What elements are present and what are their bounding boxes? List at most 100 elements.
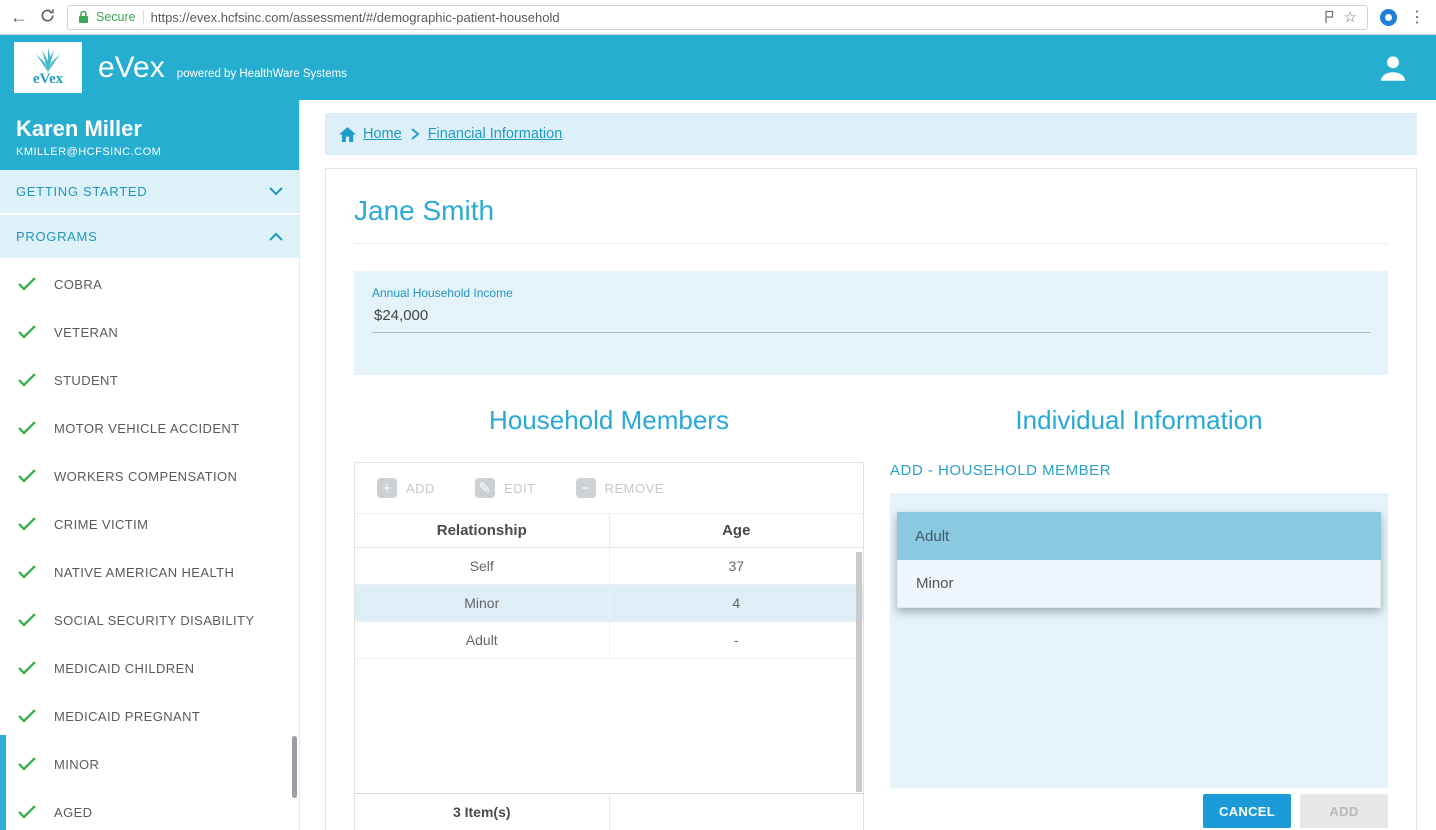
powered-by-text: powered by HealthWare Systems	[176, 67, 347, 80]
sidebar-item-medicaid-children[interactable]: MEDICAID CHILDREN	[0, 644, 299, 692]
cancel-button[interactable]: CANCEL	[1203, 794, 1291, 828]
sidebar-item-native-american-health[interactable]: NATIVE AMERICAN HEALTH	[0, 548, 299, 596]
address-bar[interactable]: Secure https://evex.hcfsinc.com/assessme…	[67, 4, 1368, 30]
income-field-label: Annual Household Income	[372, 286, 513, 300]
sidebar-item-social-security-disability[interactable]: SOCIAL SECURITY DISABILITY	[0, 596, 299, 644]
option-minor[interactable]: Minor	[897, 560, 1381, 608]
household-members-grid: + ADD ✎ EDIT − REMOVE Relationship Age S…	[354, 462, 864, 830]
address-separator	[142, 9, 144, 25]
remove-button-label: REMOVE	[604, 480, 664, 496]
form-actions: CANCEL ADD	[890, 794, 1388, 828]
add-button[interactable]: ADD	[1300, 794, 1388, 828]
check-icon	[18, 805, 36, 819]
household-members-section: Household Members + ADD ✎ EDIT − REMOVE …	[354, 405, 864, 830]
cell-relationship: Minor	[464, 595, 500, 611]
table-row[interactable]: Minor 4	[355, 585, 863, 622]
table-body: Self 37 Minor 4 Adult -	[355, 548, 863, 793]
user-name: Karen Miller	[16, 116, 142, 141]
household-members-title: Household Members	[489, 405, 729, 435]
table-row[interactable]: Self 37	[355, 548, 863, 585]
user-email: KMILLER@HCFSINC.COM	[16, 146, 162, 158]
grid-toolbar: + ADD ✎ EDIT − REMOVE	[355, 463, 863, 514]
sidebar-item-student[interactable]: STUDENT	[0, 356, 299, 404]
cell-age: 37	[608, 548, 864, 584]
option-adult[interactable]: Adult	[897, 512, 1381, 560]
check-icon	[18, 757, 36, 771]
back-icon[interactable]: ←	[10, 8, 28, 26]
logo-text: eVex	[32, 71, 64, 87]
url-text[interactable]: https://evex.hcfsinc.com/assessment/#/de…	[151, 10, 1317, 25]
sidebar-item-motor-vehicle-accident[interactable]: MOTOR VEHICLE ACCIDENT	[0, 404, 299, 452]
home-icon	[339, 126, 356, 142]
program-label: SOCIAL SECURITY DISABILITY	[54, 612, 255, 628]
user-avatar-icon[interactable]	[1376, 51, 1410, 85]
evex-logo[interactable]: eVex	[14, 42, 82, 93]
cell-age: -	[608, 622, 864, 658]
sidebar-item-crime-victim[interactable]: CRIME VICTIM	[0, 500, 299, 548]
edit-button-label: EDIT	[503, 480, 536, 496]
breadcrumb-financial-information-link[interactable]: Financial Information	[428, 126, 563, 142]
sidebar-scrollbar[interactable]	[292, 736, 297, 798]
brand-name: eVex	[98, 50, 165, 84]
program-label: MEDICAID CHILDREN	[54, 660, 195, 676]
table-row[interactable]: Adult -	[355, 622, 863, 659]
patient-name-title: Jane Smith	[354, 169, 1388, 244]
sidebar-item-workers-compensation[interactable]: WORKERS COMPENSATION	[0, 452, 299, 500]
assessment-card: Jane Smith Annual Household Income $24,0…	[325, 168, 1417, 830]
check-icon	[18, 325, 36, 339]
sidebar-item-cobra[interactable]: COBRA	[0, 260, 299, 308]
section-label: GETTING STARTED	[16, 184, 148, 199]
sidebar-item-medicaid-pregnant[interactable]: MEDICAID PREGNANT	[0, 692, 299, 740]
footer-empty-cell	[608, 794, 864, 830]
column-header-age: Age	[608, 514, 864, 547]
pencil-icon: ✎	[474, 478, 495, 498]
sidebar-item-aged[interactable]: AGED	[0, 788, 299, 830]
remove-member-button[interactable]: − REMOVE	[575, 478, 664, 498]
check-icon	[18, 469, 36, 483]
table-scrollbar[interactable]	[856, 552, 862, 792]
member-type-listbox: Adult Minor	[897, 512, 1381, 608]
program-label: CRIME VICTIM	[54, 516, 149, 532]
secure-label: Secure	[96, 10, 136, 24]
browser-menu-icon[interactable]: ⋮	[1409, 7, 1426, 27]
table-footer: 3 Item(s)	[355, 793, 863, 830]
program-label: MEDICAID PREGNANT	[54, 708, 201, 724]
cell-relationship: Self	[469, 558, 494, 574]
sidebar-user-block: Karen Miller KMILLER@HCFSINC.COM	[0, 100, 299, 170]
edit-member-button[interactable]: ✎ EDIT	[474, 478, 536, 498]
program-label: STUDENT	[54, 372, 119, 388]
breadcrumb-current-label: Financial Information	[427, 126, 563, 142]
check-icon	[18, 517, 36, 531]
app-header: eVex eVex powered by HealthWare Systems	[0, 35, 1436, 100]
chevron-down-icon	[269, 187, 283, 196]
chevron-right-icon	[411, 128, 419, 140]
add-member-button[interactable]: + ADD	[377, 478, 435, 498]
extension-icon[interactable]	[1380, 8, 1397, 26]
evex-plant-icon	[32, 48, 64, 72]
income-panel: Annual Household Income $24,000	[354, 271, 1388, 375]
option-label: Minor	[916, 575, 954, 592]
page-action-icon[interactable]	[1324, 10, 1334, 24]
sidebar-left-scrollbar[interactable]	[0, 735, 6, 830]
breadcrumb-home-link[interactable]: Home	[339, 126, 402, 142]
table-header: Relationship Age	[355, 514, 863, 548]
check-icon	[18, 613, 36, 627]
check-icon	[18, 565, 36, 579]
sidebar-item-veteran[interactable]: VETERAN	[0, 308, 299, 356]
income-field-value[interactable]: $24,000	[372, 300, 1370, 333]
secure-lock-icon	[78, 10, 89, 24]
breadcrumb: Home Financial Information	[325, 113, 1417, 155]
chevron-up-icon	[269, 232, 283, 241]
item-count: 3 Item(s)	[452, 804, 511, 820]
individual-information-title: Individual Information	[1015, 405, 1263, 435]
refresh-icon[interactable]	[40, 8, 55, 26]
sidebar-section-getting-started[interactable]: GETTING STARTED	[0, 170, 299, 215]
add-button-label: ADD	[406, 480, 435, 496]
sidebar-item-minor[interactable]: MINOR	[0, 740, 299, 788]
sidebar: Karen Miller KMILLER@HCFSINC.COM GETTING…	[0, 100, 300, 830]
program-label: COBRA	[54, 276, 103, 292]
bookmark-star-icon[interactable]: ☆	[1344, 8, 1357, 26]
add-household-member-subtitle: ADD - HOUSEHOLD MEMBER	[890, 462, 1112, 479]
option-label: Adult	[915, 527, 950, 545]
sidebar-section-programs[interactable]: PROGRAMS	[0, 215, 299, 260]
